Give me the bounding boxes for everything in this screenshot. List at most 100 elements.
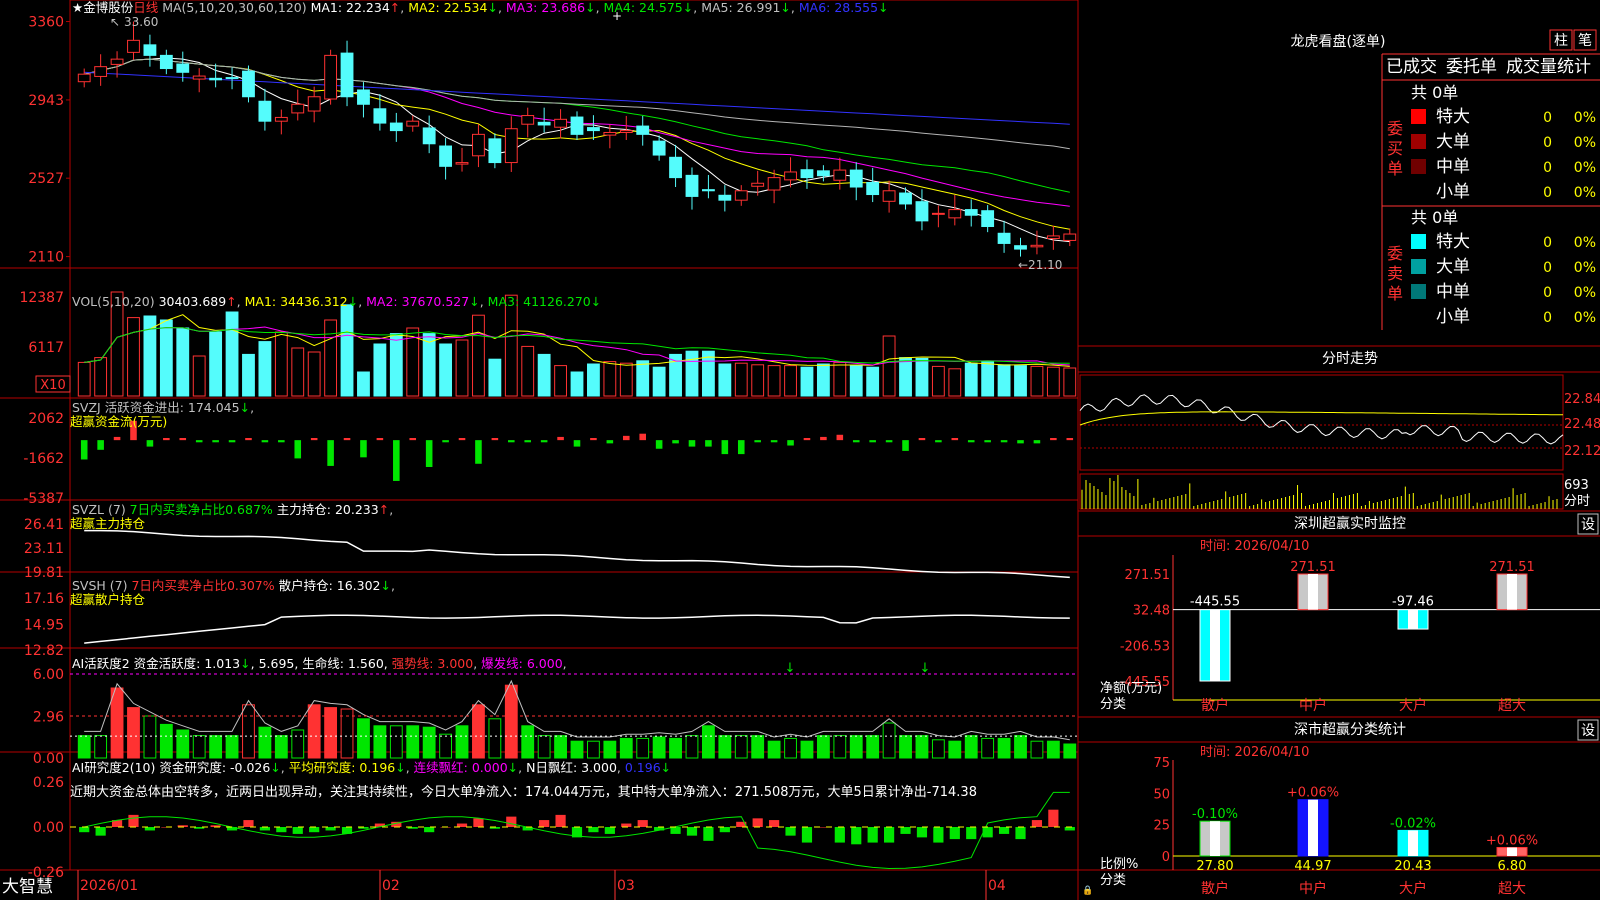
candle-body[interactable]	[1046, 235, 1060, 240]
candle-body[interactable]	[504, 128, 518, 164]
szstat-settings-label[interactable]: 设	[1581, 723, 1595, 739]
dragon-tab-1[interactable]: 委托单	[1446, 57, 1497, 77]
kline-header: ★金博股份日线 MA(5,10,20,30,60,120) MA1: 22.23…	[72, 0, 889, 15]
activity-bar	[488, 718, 502, 759]
candle-body[interactable]	[307, 96, 321, 112]
candle-body[interactable]	[734, 190, 748, 201]
candle-body[interactable]	[915, 201, 929, 222]
fundflow-bar	[935, 440, 942, 443]
candle-body[interactable]	[981, 210, 995, 228]
candle-body[interactable]	[242, 70, 255, 98]
research-bar	[884, 827, 895, 843]
candle-body[interactable]	[751, 182, 765, 187]
candle-body[interactable]	[603, 131, 617, 136]
candle-body[interactable]	[899, 192, 912, 205]
candle-body[interactable]	[143, 44, 157, 56]
volume-bar	[357, 371, 370, 397]
candle-body[interactable]	[176, 63, 190, 73]
candle-body[interactable]	[669, 156, 682, 179]
candle-body[interactable]	[225, 77, 239, 80]
dragon-tab-0[interactable]: 已成交	[1386, 57, 1437, 77]
volume-bar	[554, 365, 567, 397]
candle-body[interactable]	[274, 116, 288, 122]
fundflow-bar	[393, 440, 400, 481]
fundflow-bar	[1066, 437, 1074, 441]
candle-body[interactable]	[455, 162, 469, 165]
candle-body[interactable]	[1030, 244, 1044, 248]
candle-body[interactable]	[800, 169, 814, 179]
candle-body[interactable]	[833, 169, 847, 181]
svsh-header-seg: ↓	[381, 578, 391, 593]
volume-bar	[94, 357, 108, 397]
candle-body[interactable]	[439, 145, 453, 167]
candle-body[interactable]	[997, 232, 1011, 244]
candle-body[interactable]	[192, 75, 206, 80]
dragon-tab-2[interactable]: 成交量统计	[1506, 57, 1591, 77]
vol-header-seg: VOL(5,10,20)	[72, 294, 159, 309]
activity-bar	[406, 725, 420, 759]
candle-body[interactable]	[373, 108, 387, 124]
candle-body[interactable]	[406, 120, 420, 127]
buy-row-count: 0	[1543, 110, 1552, 126]
volume-bar	[143, 315, 157, 397]
ai2-ytick: 0.26	[33, 775, 64, 791]
volume-bar	[324, 319, 338, 397]
chart-mode-tick-label[interactable]: 笔	[1578, 33, 1592, 49]
candle-body[interactable]	[537, 121, 551, 126]
candle-body[interactable]	[77, 73, 91, 83]
vol-header-seg: ,	[358, 294, 366, 309]
candle-body[interactable]	[521, 115, 535, 125]
candle-body[interactable]	[685, 174, 699, 197]
vol-header-seg: ↑	[226, 294, 236, 309]
candle-body[interactable]	[1014, 245, 1027, 250]
candle-body[interactable]	[619, 130, 633, 133]
volume-bar	[866, 366, 880, 397]
chart-mode-bar-label[interactable]: 柱	[1554, 33, 1568, 49]
candle-body[interactable]	[718, 194, 732, 201]
szmon-ytick: 32.48	[1133, 604, 1170, 619]
vol-header-seg: MA2: 37670.527	[366, 294, 469, 309]
candle-body[interactable]	[389, 122, 403, 132]
fundflow-bar	[705, 440, 712, 447]
candle-body[interactable]	[652, 140, 666, 156]
candle-body[interactable]	[964, 209, 978, 216]
candle-body[interactable]	[554, 118, 567, 128]
candle-body[interactable]	[931, 212, 945, 215]
szmon-settings-label[interactable]: 设	[1581, 517, 1595, 533]
kline-header-seg: MA6: 28.555	[799, 0, 878, 15]
candle-body[interactable]	[422, 127, 436, 145]
fundflow-bar	[508, 440, 515, 443]
candle-body[interactable]	[472, 133, 485, 157]
szstat-title: 深市超赢分类统计	[1294, 721, 1406, 738]
research-bar	[703, 827, 714, 841]
candle-body[interactable]	[110, 58, 124, 65]
candle-body[interactable]	[570, 116, 584, 135]
ai2-ytick: 0.00	[33, 820, 64, 836]
candle-body[interactable]	[636, 125, 650, 135]
candle-body[interactable]	[357, 89, 370, 105]
candle-body[interactable]	[159, 54, 173, 70]
candle-body[interactable]	[340, 52, 354, 98]
candle-body[interactable]	[866, 182, 880, 196]
candle-body[interactable]	[488, 138, 502, 164]
activity-bar	[357, 718, 370, 759]
activity-bar	[77, 735, 91, 759]
candle-body[interactable]	[849, 169, 863, 188]
intraday-ytick: 22.84	[1564, 392, 1600, 407]
candle-body[interactable]	[324, 54, 338, 100]
candle-body[interactable]	[816, 170, 830, 177]
candle-body[interactable]	[1063, 233, 1077, 241]
candle-body[interactable]	[587, 127, 600, 132]
candle-body[interactable]	[784, 171, 797, 181]
candle-body[interactable]	[948, 209, 962, 219]
candle-body[interactable]	[701, 189, 715, 192]
candle-body[interactable]	[258, 100, 272, 122]
candle-body[interactable]	[127, 39, 140, 53]
candle-body[interactable]	[767, 177, 781, 191]
volume-bar	[340, 304, 354, 397]
candle-body[interactable]	[94, 66, 108, 77]
volume-bar	[192, 355, 206, 397]
candle-body[interactable]	[291, 103, 305, 114]
candle-body[interactable]	[209, 77, 223, 81]
candle-body[interactable]	[882, 190, 896, 202]
